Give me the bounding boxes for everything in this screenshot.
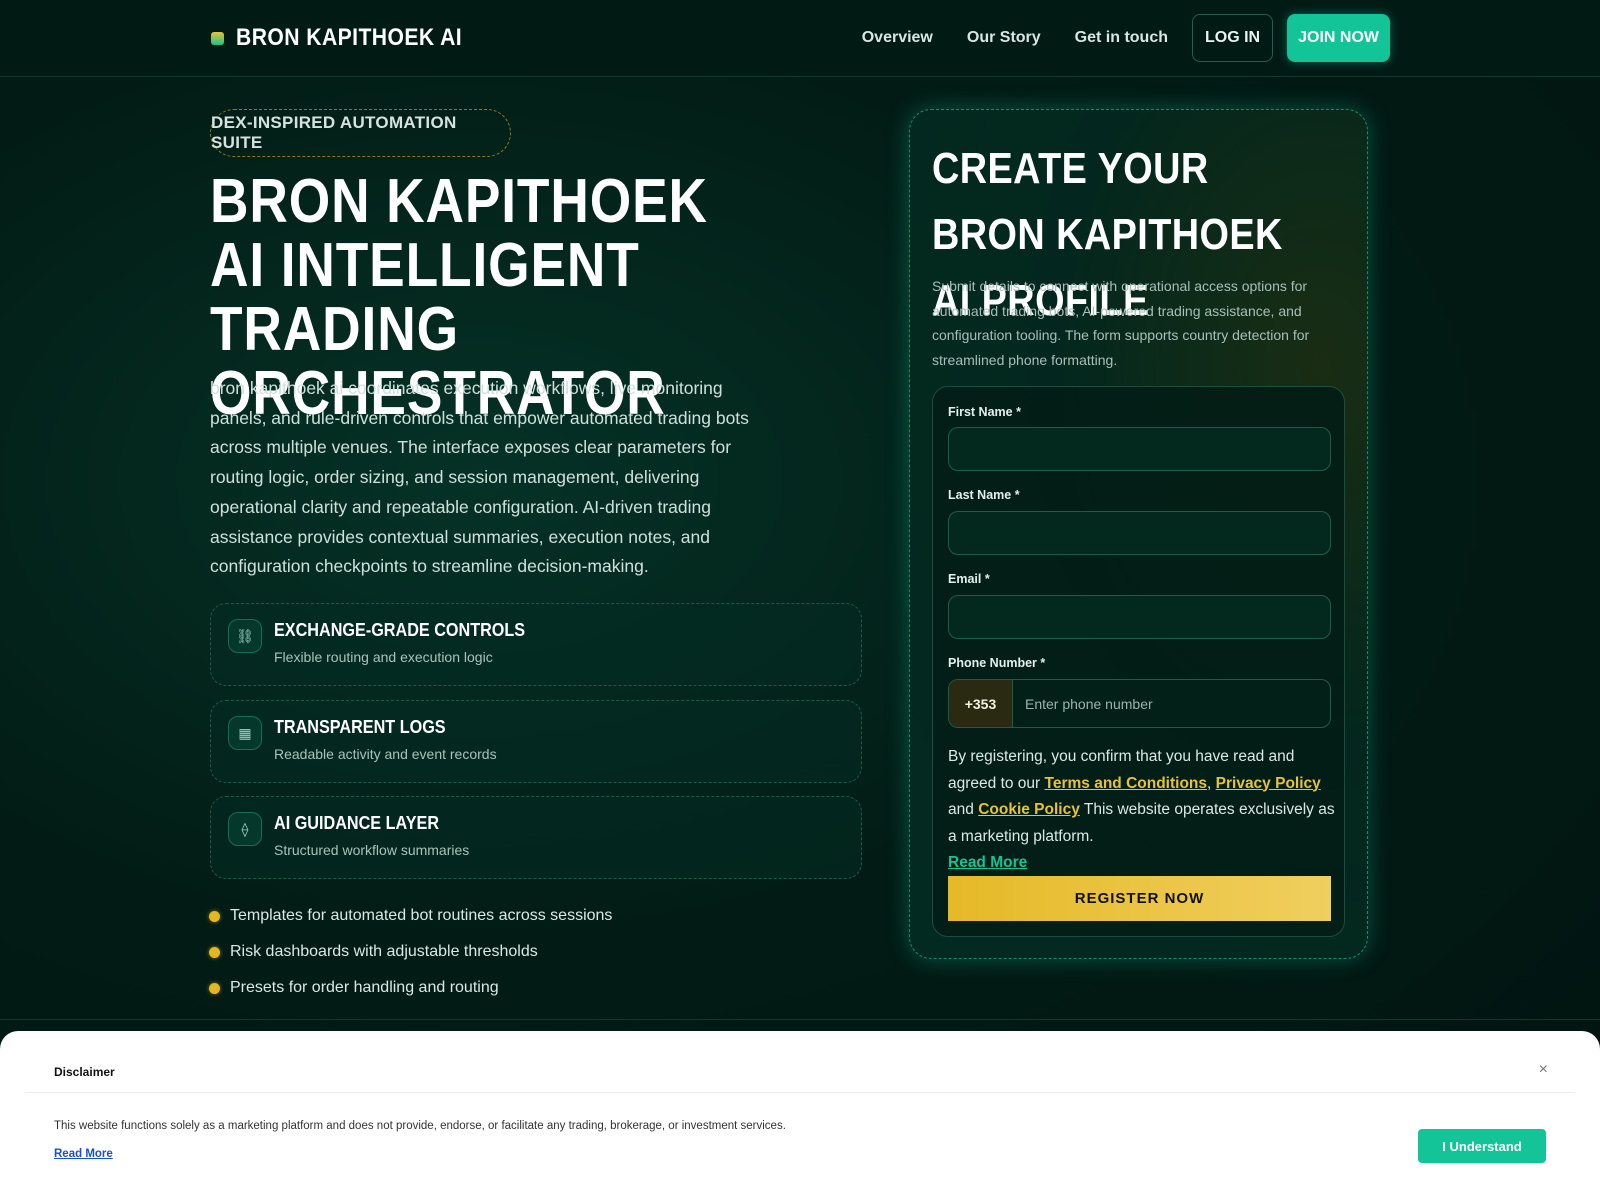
brand-name: BRON KAPITHOEK AI xyxy=(236,24,463,51)
disclaimer-divider xyxy=(25,1092,1575,1093)
registration-form: First Name * Last Name * Email * Phone N… xyxy=(932,386,1345,937)
bullet-text: Risk dashboards with adjustable threshol… xyxy=(230,943,538,960)
last-name-field[interactable] xyxy=(948,511,1331,555)
form-description: Submit details to connect with operation… xyxy=(932,278,1310,368)
feature-card-exchange-grade-controls: ⛓ EXCHANGE-GRADE CONTROLS Flexible routi… xyxy=(210,603,862,686)
login-button[interactable]: LOG IN xyxy=(1192,14,1274,62)
hero-pill-badge: DEX-INSPIRED AUTOMATION SUITE xyxy=(210,109,511,157)
brand-mark-icon xyxy=(211,31,224,45)
consent-and: and xyxy=(948,801,974,818)
nav-overview[interactable]: Overview xyxy=(862,29,933,47)
terms-link[interactable]: Terms and Conditions xyxy=(1045,775,1207,792)
bullet-text: Templates for automated bot routines acr… xyxy=(230,907,613,924)
bullet-dot-icon xyxy=(209,946,220,958)
feature-card-ai-guidance-layer: ⟠ AI GUIDANCE LAYER Structured workflow … xyxy=(210,796,862,879)
disclaimer-read-more-link[interactable]: Read More xyxy=(54,1148,113,1160)
register-now-button[interactable]: REGISTER NOW xyxy=(948,876,1331,921)
brand-logo[interactable]: BRON KAPITHOEK AI xyxy=(211,24,493,52)
consent-comma: , xyxy=(1207,774,1212,792)
read-more-link[interactable]: Read More xyxy=(948,854,1027,871)
list-item: Templates for automated bot routines acr… xyxy=(209,898,612,934)
grid-icon: ▦ xyxy=(228,716,262,750)
feature-title: AI GUIDANCE LAYER xyxy=(274,813,440,833)
email-field[interactable] xyxy=(948,595,1331,639)
list-item: Presets for order handling and routing xyxy=(209,970,612,1006)
phone-field-group: +353 xyxy=(948,679,1331,728)
benefit-list: Templates for automated bot routines acr… xyxy=(209,898,612,1006)
bullet-dot-icon xyxy=(209,910,220,922)
last-name-label: Last Name * xyxy=(948,488,1020,502)
link-icon: ⛓ xyxy=(228,619,262,653)
disclaimer-banner: Disclaimer × This website functions sole… xyxy=(0,1031,1600,1200)
feature-title: EXCHANGE-GRADE CONTROLS xyxy=(274,620,526,640)
top-navigation-bar: BRON KAPITHOEK AI Overview Our Story Get… xyxy=(0,0,1600,77)
bullet-text: Presets for order handling and routing xyxy=(230,979,499,996)
hero-description: bron kapithoek ai coordinates execution … xyxy=(210,378,749,577)
first-name-label: First Name * xyxy=(948,405,1021,419)
nav-our-story[interactable]: Our Story xyxy=(967,29,1041,47)
feature-subtitle: Flexible routing and execution logic xyxy=(274,649,493,665)
feature-title: TRANSPARENT LOGS xyxy=(274,717,446,737)
disclaimer-text: This website functions solely as a marke… xyxy=(54,1120,786,1132)
list-item: Risk dashboards with adjustable threshol… xyxy=(209,934,612,970)
close-icon[interactable]: × xyxy=(1539,1061,1548,1079)
consent-text: By registering, you confirm that you hav… xyxy=(948,744,1338,877)
email-label: Email * xyxy=(948,572,990,586)
feature-subtitle: Structured workflow summaries xyxy=(274,842,470,858)
privacy-policy-link[interactable]: Privacy Policy xyxy=(1216,775,1321,792)
feature-subtitle: Readable activity and event records xyxy=(274,746,497,762)
first-name-field[interactable] xyxy=(948,427,1331,471)
cookie-policy-link[interactable]: Cookie Policy xyxy=(978,801,1080,818)
phone-number-input[interactable] xyxy=(1013,680,1330,727)
join-now-button[interactable]: JOIN NOW xyxy=(1287,14,1390,62)
bullet-dot-icon xyxy=(209,982,220,994)
disclaimer-title: Disclaimer xyxy=(54,1065,115,1079)
phone-label: Phone Number * xyxy=(948,656,1046,670)
feature-card-transparent-logs: ▦ TRANSPARENT LOGS Readable activity and… xyxy=(210,700,862,783)
i-understand-button[interactable]: I Understand xyxy=(1418,1129,1546,1163)
main-nav: Overview Our Story Get in touch LOG IN J… xyxy=(862,14,1390,62)
country-code-selector[interactable]: +353 xyxy=(949,680,1013,727)
section-divider xyxy=(0,1019,1600,1020)
nav-get-in-touch[interactable]: Get in touch xyxy=(1075,29,1168,47)
registration-card: CREATE YOUR BRON KAPITHOEK AI PROFILE Su… xyxy=(909,109,1368,959)
diamond-icon: ⟠ xyxy=(228,812,262,846)
